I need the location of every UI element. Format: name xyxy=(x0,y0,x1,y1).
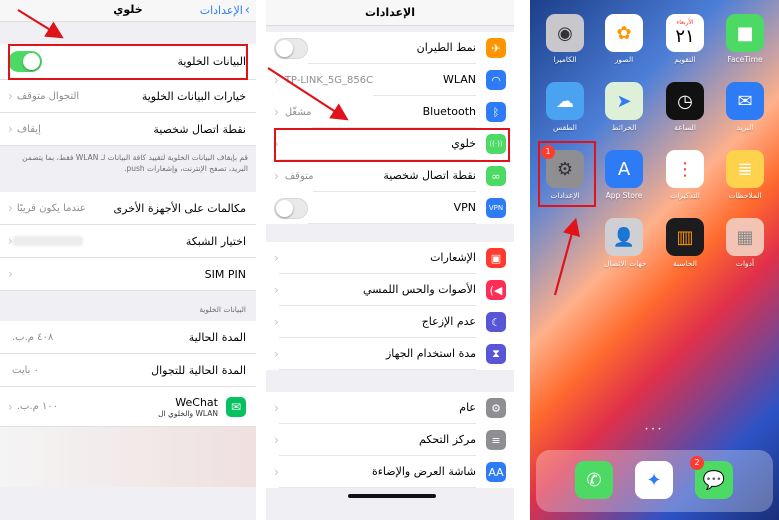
arrow-to-cellular-data xyxy=(17,9,64,39)
annotation-arrows xyxy=(17,9,580,296)
arrow-to-cellular xyxy=(267,67,349,121)
arrow-to-settings-app xyxy=(553,217,580,296)
